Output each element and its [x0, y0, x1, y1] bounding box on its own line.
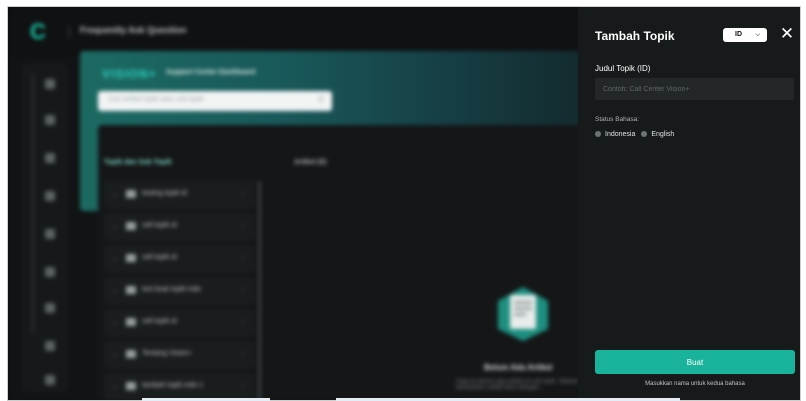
topic-label: testing topik id: [142, 190, 187, 197]
app-window: C Frequently Ask Question VISION+ Suppor…: [7, 6, 801, 401]
empty-state-title: Belum Ada Artikel: [484, 363, 553, 372]
more-icon[interactable]: ⋮: [239, 286, 246, 294]
list-item[interactable]: ⌄ cell topik id ⋮: [104, 245, 254, 273]
topic-label: tambah topik indo 1: [142, 382, 204, 389]
search-input[interactable]: Cari artikel topik atau sub topik ⚲: [98, 91, 332, 111]
add-topic-drawer: Tambah Topik ID ⌵ ✕ Judul Topik (ID) Sta…: [578, 7, 800, 400]
list-item[interactable]: ⌄ Tentang Vision+ ⋮: [104, 341, 254, 369]
folder-icon: [126, 350, 136, 358]
language-status-list: Indonesia English: [595, 129, 680, 139]
form-hint: Masukkan nama untuk kedua bahasa: [645, 381, 745, 387]
sidebar-icon-8[interactable]: [45, 341, 55, 351]
more-icon[interactable]: ⋮: [239, 190, 246, 198]
sidebar-icon-4[interactable]: [45, 191, 55, 201]
topic-title-label: Judul Topik (ID): [595, 64, 651, 73]
sidebar-icon-2[interactable]: [45, 115, 55, 125]
more-icon[interactable]: ⋮: [239, 254, 246, 262]
sidebar-scroll-track: [32, 73, 34, 333]
folder-icon: [126, 318, 136, 326]
folder-icon: [126, 254, 136, 262]
folder-icon: [126, 222, 136, 230]
topic-label: cell topik id: [142, 222, 177, 229]
folder-icon: [126, 190, 136, 198]
sidebar-icon-3[interactable]: [45, 153, 55, 163]
list-item[interactable]: ⌄ test buat topik indo ⋮: [104, 277, 254, 305]
folder-icon: [126, 286, 136, 294]
list-item[interactable]: ⌄ testing topik id ⋮: [104, 181, 254, 209]
chevron-down-icon: ⌄: [112, 383, 118, 390]
topic-scrollbar[interactable]: [258, 181, 261, 400]
search-icon: ⚲: [318, 95, 324, 104]
brand-logo: VISION+: [102, 67, 157, 81]
drawer-title: Tambah Topik: [595, 29, 675, 43]
status-item-english: English: [641, 131, 674, 138]
page-title: Frequently Ask Question: [80, 25, 187, 35]
sidebar-icon-5[interactable]: [45, 229, 55, 239]
chevron-down-icon: ⌄: [112, 255, 118, 262]
topics-header: Topik dan Sub Topik: [104, 159, 172, 166]
articles-header: Artikel (0): [294, 159, 327, 166]
chevron-down-icon: ⌄: [112, 287, 118, 294]
empty-state-illustration: [498, 287, 548, 341]
list-item[interactable]: ⌄ cell topik id ⋮: [104, 309, 254, 337]
chevron-down-icon: ⌵: [755, 32, 760, 38]
brand-subtitle: Support Center Dashboard: [166, 69, 256, 76]
topic-label: test buat topik indo: [142, 286, 201, 293]
dashboard-icon[interactable]: [45, 79, 55, 89]
sidebar-icon-6[interactable]: [45, 267, 55, 277]
chevron-down-icon: ⌄: [112, 191, 118, 198]
content-panel: Topik dan Sub Topik Artikel (0) ⌄ testin…: [98, 125, 598, 400]
more-icon[interactable]: ⋮: [239, 350, 246, 358]
more-icon[interactable]: ⋮: [239, 222, 246, 230]
create-button[interactable]: Buat: [595, 350, 795, 374]
language-select-value: ID: [735, 31, 742, 38]
sidebar-icon-9[interactable]: [45, 375, 55, 385]
status-dot-icon: [641, 131, 648, 137]
more-icon[interactable]: ⋮: [239, 382, 246, 390]
close-icon[interactable]: ✕: [779, 24, 795, 44]
list-item[interactable]: ⌄ tambah topik indo 1 ⋮: [104, 373, 254, 400]
app-logo: C: [30, 19, 46, 44]
chevron-down-icon: ⌄: [112, 319, 118, 326]
language-select[interactable]: ID ⌵: [723, 28, 767, 42]
list-item[interactable]: ⌄ cell topik id ⋮: [104, 213, 254, 241]
status-dot-icon: [595, 131, 601, 137]
language-status-label: Status Bahasa:: [595, 116, 640, 123]
divider: [68, 25, 70, 39]
status-item-label: English: [651, 130, 675, 138]
status-item-label: Indonesia: [605, 130, 636, 138]
sidebar: [22, 63, 68, 393]
more-icon[interactable]: ⋮: [239, 318, 246, 326]
chevron-down-icon: ⌄: [112, 223, 118, 230]
sidebar-icon-7[interactable]: [45, 303, 55, 313]
search-placeholder: Cari artikel topik atau sub topik: [108, 96, 204, 103]
folder-icon: [126, 382, 136, 390]
topic-title-input[interactable]: [595, 78, 794, 100]
chevron-down-icon: ⌄: [112, 351, 118, 358]
topic-label: cell topik id: [142, 318, 177, 325]
topic-label: cell topik id: [142, 254, 177, 261]
status-item-indonesia: Indonesia: [595, 131, 635, 138]
topic-list: ⌄ testing topik id ⋮ ⌄ cell topik id ⋮ ⌄…: [104, 181, 254, 400]
topic-label: Tentang Vision+: [142, 350, 192, 357]
